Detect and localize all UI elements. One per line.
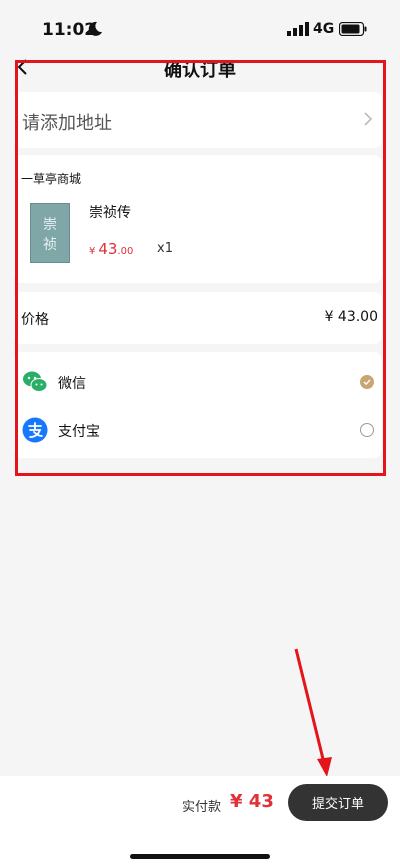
home-indicator	[130, 854, 270, 859]
wechat-icon	[23, 371, 48, 392]
payment-option-wechat[interactable]: 微信	[14, 358, 382, 406]
alipay-label: 支付宝	[58, 424, 100, 440]
price-value: ¥ 43.00	[324, 309, 378, 325]
chevron-right-icon	[364, 112, 373, 126]
cover-char-2: 祯	[43, 237, 57, 253]
payment-methods: 微信 支付宝	[14, 352, 382, 458]
submit-order-button[interactable]: 提交订单	[288, 784, 388, 821]
annotation-arrow-icon	[294, 648, 332, 777]
shop-name: 一草亭商城	[21, 172, 82, 186]
battery-icon	[339, 22, 367, 36]
network-label: 4G	[313, 21, 335, 37]
checkout-bar: 实付款 ¥ 43 提交订单	[0, 776, 400, 867]
address-placeholder: 请添加地址	[22, 113, 112, 134]
status-bar: 11:02 4G	[0, 0, 400, 56]
price-decimal: .00	[117, 246, 134, 257]
check-icon	[363, 379, 371, 386]
amount-due-label: 实付款	[182, 800, 222, 815]
price-integer: 43	[98, 240, 118, 258]
wechat-label: 微信	[58, 376, 86, 392]
alipay-radio[interactable]	[360, 423, 374, 437]
wechat-radio[interactable]	[360, 375, 374, 389]
price-summary-row: 价格 ¥ 43.00	[14, 292, 382, 344]
price-symbol: ¥	[89, 246, 96, 257]
price-label: 价格	[21, 312, 49, 328]
moon-icon	[88, 21, 102, 36]
payment-option-alipay[interactable]: 支付宝	[14, 406, 382, 454]
item-quantity: x1	[157, 241, 173, 256]
amount-due-value: ¥ 43	[230, 791, 274, 812]
item-price: ¥43.00	[89, 239, 133, 258]
cover-char-1: 崇	[43, 217, 57, 233]
add-address-button[interactable]: 请添加地址	[14, 92, 382, 148]
signal-icon	[287, 22, 309, 36]
book-cover-image: 崇 祯	[30, 203, 70, 263]
item-title: 崇祯传	[89, 205, 131, 221]
order-item-card: 一草亭商城 崇 祯 崇祯传 ¥43.00 x1	[14, 155, 382, 283]
nav-bar: 确认订单	[0, 56, 400, 84]
alipay-icon	[22, 417, 48, 443]
page-title: 确认订单	[164, 60, 236, 81]
